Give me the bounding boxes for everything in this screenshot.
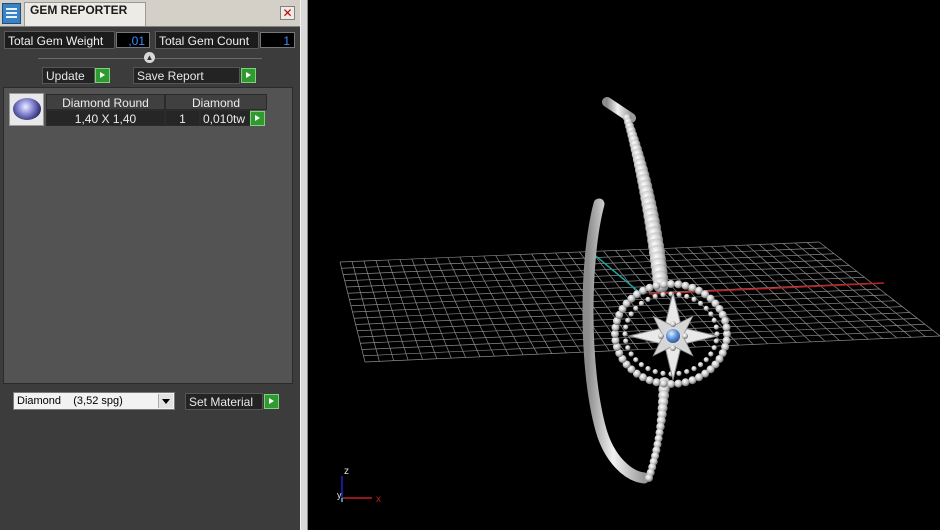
halo-bead	[691, 296, 697, 302]
chevron-down-icon[interactable]	[158, 394, 173, 408]
halo-bead	[713, 338, 719, 344]
gem-reporter-panel: GEM REPORTER ✕ Total Gem Weight ,01 Tota…	[0, 0, 300, 530]
update-go-icon[interactable]	[95, 68, 110, 83]
grid-line	[360, 318, 918, 344]
grid-line	[349, 276, 865, 300]
total-gem-weight-value: ,01	[116, 32, 150, 48]
halo-bead	[708, 311, 714, 317]
halo-bead	[638, 362, 645, 368]
viewport-scene: z y x	[337, 97, 940, 505]
material-sg: (3,52 spg)	[73, 395, 123, 407]
halo-bead	[684, 368, 690, 375]
gem-list	[3, 87, 293, 384]
save-report-go-icon[interactable]	[241, 68, 256, 83]
halo-bead	[625, 317, 631, 323]
prong-bottom	[670, 345, 676, 351]
halo-bead	[697, 300, 704, 306]
grid-line	[346, 265, 850, 288]
axis-triad: z y x	[337, 466, 381, 505]
gem-count-cell: 1	[165, 110, 200, 126]
halo-bead	[667, 380, 675, 388]
material-name: Diamond	[17, 395, 62, 407]
halo-bead	[722, 323, 731, 332]
halo-bead	[659, 379, 668, 388]
material-select[interactable]: Diamond (3,52 spg)	[13, 392, 175, 410]
halo-bead	[703, 305, 709, 311]
total-gem-count-value: 1	[260, 32, 295, 48]
gem-weight-cell: 0,010tw	[200, 110, 250, 126]
gem-thumbnail-icon[interactable]	[9, 93, 44, 126]
set-material-button[interactable]: Set Material	[185, 393, 263, 410]
halo-bead	[674, 280, 683, 289]
center-stone	[664, 327, 682, 345]
set-material-go-icon[interactable]	[264, 394, 279, 409]
halo-bead	[703, 357, 709, 363]
grid-line	[339, 241, 820, 263]
halo-bead	[711, 317, 717, 323]
halo-bead	[711, 345, 717, 351]
title-bar: GEM REPORTER ✕	[0, 0, 300, 27]
total-gem-weight-label: Total Gem Weight	[4, 31, 115, 49]
grid-line	[358, 312, 910, 338]
halo-bead	[628, 311, 634, 317]
halo-bead	[645, 366, 651, 372]
axis-x-label: x	[376, 494, 381, 505]
3d-viewport[interactable]: z y x	[309, 0, 940, 530]
update-button[interactable]: Update	[42, 67, 95, 84]
halo-bead	[625, 345, 631, 351]
total-gem-count-label: Total Gem Count	[155, 31, 259, 49]
gem-shape-header: Diamond Round	[46, 94, 165, 110]
halo-bead	[638, 300, 645, 306]
halo-bead	[684, 293, 690, 300]
halo-bead	[622, 331, 628, 337]
halo-bead	[628, 351, 634, 357]
window-title: GEM REPORTER	[30, 3, 128, 17]
halo-bead	[633, 357, 639, 363]
halo-bead	[623, 338, 629, 344]
halo-bead	[660, 292, 666, 298]
halo-bead	[645, 296, 651, 302]
axis-y-label: y	[337, 490, 342, 500]
halo-bead	[652, 281, 661, 290]
y-axis-line	[590, 251, 640, 293]
halo-bead	[652, 378, 661, 387]
gem-size-cell: 1,40 X 1,40	[46, 110, 165, 126]
halo-bead	[652, 293, 658, 300]
halo-bead	[691, 366, 697, 372]
halo-bead	[688, 376, 697, 385]
prong-left	[658, 333, 664, 339]
close-icon: ✕	[282, 6, 293, 20]
close-button[interactable]: ✕	[280, 6, 295, 20]
halo-bead	[652, 368, 658, 375]
gem-reporter-app-icon	[2, 3, 21, 24]
halo-bead	[633, 305, 639, 311]
panel-splitter[interactable]	[300, 0, 308, 530]
grid-line	[352, 288, 880, 313]
halo-bead	[676, 292, 682, 298]
chain-bead	[645, 474, 653, 482]
halo-bead	[676, 370, 682, 376]
prong-top	[670, 321, 676, 327]
halo-bead	[667, 280, 675, 288]
halo-bead	[659, 280, 668, 289]
collapse-toggle-icon[interactable]: ▲	[144, 52, 155, 63]
gem-row-go-icon[interactable]	[250, 111, 265, 126]
grid-line	[347, 271, 857, 294]
halo-bead	[645, 283, 654, 292]
axis-z-label: z	[344, 466, 349, 477]
halo-bead	[681, 378, 690, 387]
save-report-button[interactable]: Save Report	[133, 67, 240, 84]
halo-bead	[697, 362, 704, 368]
halo-bead	[681, 281, 690, 290]
halo-bead	[708, 351, 714, 357]
gem-material-header: Diamond	[165, 94, 267, 110]
halo-bead	[674, 379, 683, 388]
prong-right	[682, 333, 688, 339]
halo-bead	[660, 370, 666, 376]
halo-bead	[623, 324, 629, 330]
halo-bead	[713, 324, 719, 330]
